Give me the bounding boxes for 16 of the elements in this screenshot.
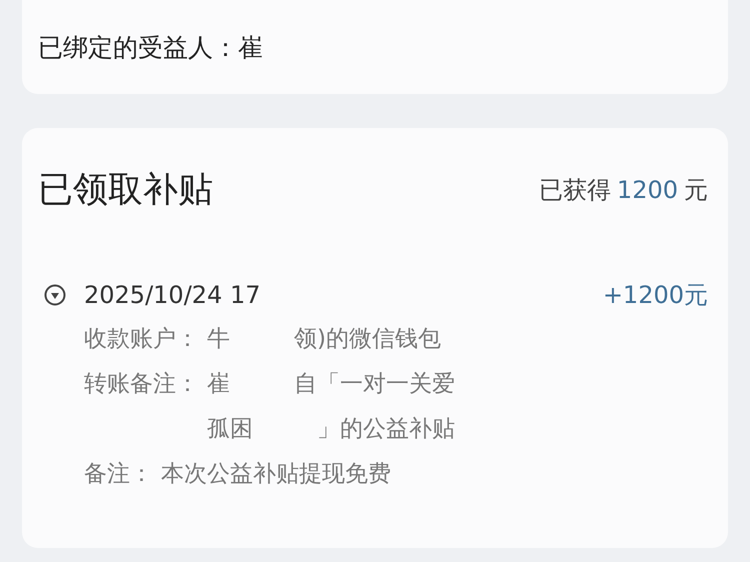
detail-label: 转账备注： [84,370,199,399]
detail-value: 」的公益补贴 [317,415,455,444]
beneficiary-text: 已绑定的受益人：崔 [38,32,263,64]
detail-value: 牛 [207,325,230,354]
earned-total: 已获得 1200 元 [538,174,708,206]
detail-value: 崔 [207,370,230,399]
detail-value: 孤困 [207,415,253,444]
detail-value: 自「一对一关爱 [294,370,455,399]
detail-label: 备注： [84,460,153,489]
record-icon [44,284,66,306]
section-title: 已领取补贴 [38,169,213,212]
record-amount: +1200元 [602,280,708,311]
detail-label: 收款账户： [84,325,199,354]
detail-value: 本次公益补贴提现免费 [161,460,391,489]
detail-value: 领)的微信钱包 [294,325,441,354]
record-time: 2025/10/24 17 [84,281,262,309]
